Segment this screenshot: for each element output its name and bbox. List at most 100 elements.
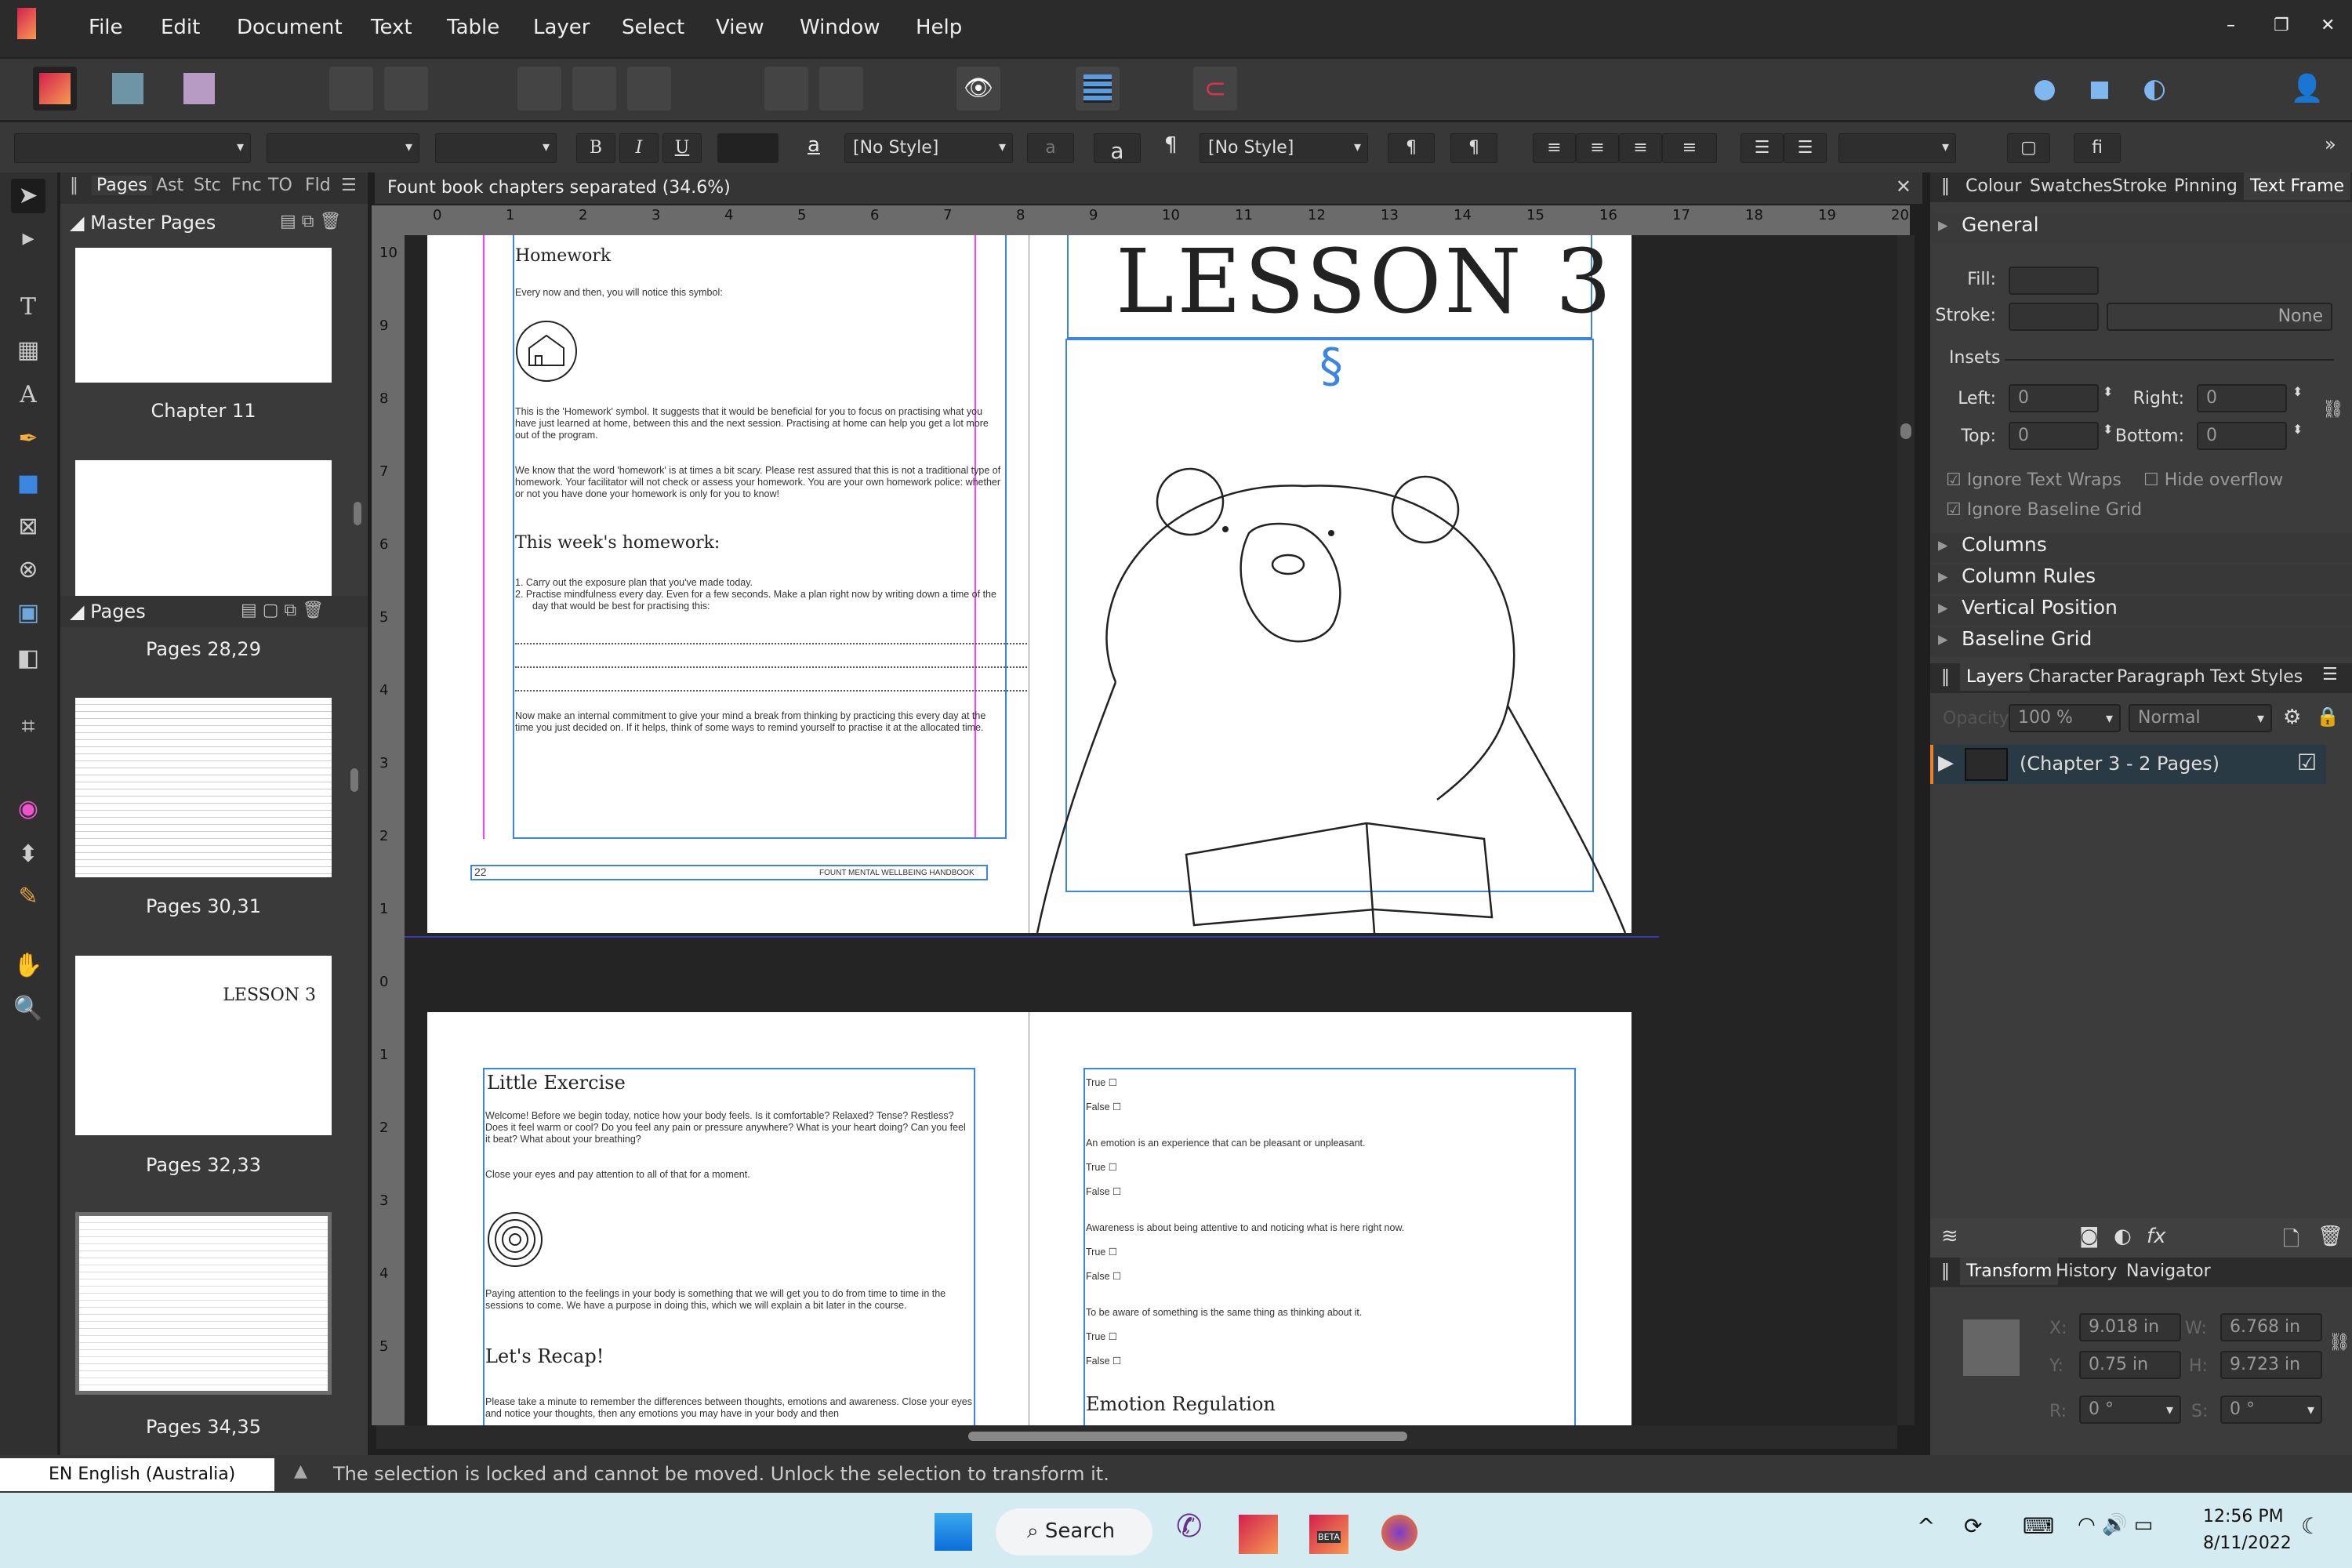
tab-swatches[interactable]: Swatches xyxy=(2030,176,2112,196)
arrange-icon[interactable]: ● xyxy=(2023,67,2067,111)
ignore-baseline-grid-checkbox[interactable]: ☑ Ignore Baseline Grid xyxy=(1946,500,2142,520)
vertical-ruler[interactable]: 10 9 8 7 6 5 4 3 2 1 0 1 2 3 4 5 xyxy=(372,205,405,1425)
menu-window[interactable]: Window xyxy=(800,16,880,39)
wifi-volume-battery-icons[interactable]: ◠ 🔊 ▭ xyxy=(2078,1513,2153,1537)
tab-assets[interactable]: Ast xyxy=(156,176,183,195)
layers-stack-icon[interactable]: ≋ xyxy=(1941,1225,1958,1248)
adjustment-icon[interactable]: ◐ xyxy=(2114,1225,2132,1248)
panel-menu-icon[interactable]: ☰ xyxy=(2322,665,2338,684)
crop-tool-icon[interactable]: ⌗ xyxy=(11,710,45,744)
designer-persona-button[interactable] xyxy=(106,67,150,111)
taskbar-search[interactable]: ⌕ Search xyxy=(996,1508,1152,1555)
page-22[interactable]: Homework Every now and then, you will no… xyxy=(427,235,1033,933)
bottom-inset-input[interactable]: 0 xyxy=(2197,422,2287,450)
windows-start-icon[interactable] xyxy=(935,1513,972,1551)
language-indicator[interactable]: EN English (Australia) xyxy=(0,1458,274,1491)
italic-button[interactable]: I xyxy=(619,133,659,163)
tab-stock[interactable]: Stc xyxy=(194,176,221,195)
char-style-options-button[interactable]: a xyxy=(1094,133,1141,164)
ellipse-frame-tool-icon[interactable]: ⊗ xyxy=(11,553,45,587)
overflow-chevron-icon[interactable]: » xyxy=(2325,133,2336,155)
master-pages-header[interactable]: ◢ Master Pages xyxy=(70,212,216,234)
tray-chevron-icon[interactable]: ^ xyxy=(1917,1513,1935,1539)
clock-date[interactable]: 8/11/2022 xyxy=(2203,1534,2292,1553)
notifications-icon[interactable]: ☾ xyxy=(2301,1513,2321,1539)
fill-swatch[interactable] xyxy=(2009,267,2099,295)
preflight-icon[interactable] xyxy=(329,67,373,111)
tab-character[interactable]: Character xyxy=(2028,667,2114,687)
lock-icon[interactable]: 🔒 xyxy=(2316,706,2339,728)
stroke-style-select[interactable]: None xyxy=(2107,303,2332,331)
hand-tool-icon[interactable]: ✋ xyxy=(11,949,45,983)
pin-icon[interactable] xyxy=(764,67,808,111)
y-input[interactable]: 0.75 in xyxy=(2079,1351,2181,1379)
page-thumbnail[interactable] xyxy=(75,698,332,877)
anchor-point-selector[interactable] xyxy=(1963,1319,2020,1376)
selected-text-frame[interactable] xyxy=(1083,1068,1576,1425)
colour-wheel-icon[interactable]: ◉ xyxy=(11,792,45,826)
menu-table[interactable]: Table xyxy=(447,16,499,39)
fill-tool-icon[interactable]: ◧ xyxy=(11,641,45,676)
canvas[interactable]: Homework Every now and then, you will no… xyxy=(405,235,1897,1425)
zoom-tool-icon[interactable]: 🔍 xyxy=(11,992,45,1026)
align-center-button[interactable]: ≡ xyxy=(1576,133,1619,163)
pages-header[interactable]: ◢ Pages xyxy=(70,601,146,622)
right-inset-input[interactable]: 0 xyxy=(2197,384,2287,412)
clear-para-style-button[interactable]: ¶ xyxy=(1388,133,1435,163)
panel-menu-icon[interactable]: ☰ xyxy=(341,176,357,195)
wrap-ellipse-icon[interactable] xyxy=(572,67,616,111)
maximize-button[interactable]: ❐ xyxy=(2274,16,2289,35)
bold-button[interactable]: B xyxy=(576,133,615,163)
tab-pages[interactable]: Pages xyxy=(92,176,152,195)
shear-select[interactable]: 0 ° xyxy=(2220,1396,2322,1424)
left-inset-input[interactable]: 0 xyxy=(2009,384,2099,412)
pen-tool-icon[interactable]: ✒ xyxy=(11,422,45,456)
justify-button[interactable]: ≡ xyxy=(1662,133,1717,163)
menu-layer[interactable]: Layer xyxy=(533,16,590,39)
rectangle-tool-icon[interactable]: ■ xyxy=(11,466,45,501)
firefox-icon[interactable] xyxy=(1381,1515,1417,1551)
character-style-select[interactable]: [No Style] xyxy=(844,133,1013,163)
underline-button[interactable]: U xyxy=(662,133,702,163)
ligature-button[interactable]: fi xyxy=(2074,133,2121,163)
tab-layers[interactable]: Layers xyxy=(1960,663,2030,691)
master-page-actions[interactable]: ▤ ⧉ 🗑 xyxy=(280,212,341,231)
colour-picker-icon[interactable]: ◐ xyxy=(2132,67,2176,111)
vertical-scrollbar[interactable] xyxy=(1897,235,1915,1425)
page-thumbnail[interactable]: LESSON 3 xyxy=(75,956,332,1135)
colour-picker-tool-icon[interactable]: ✎ xyxy=(11,880,45,914)
snapping-magnet-icon[interactable]: ⊂ xyxy=(1193,67,1237,111)
tab-fields[interactable]: Fld xyxy=(305,176,331,195)
menu-view[interactable]: View xyxy=(716,16,764,39)
tab-toc[interactable]: TO xyxy=(268,176,292,195)
master-page-thumbnail-2[interactable] xyxy=(75,460,332,596)
opacity-select[interactable]: 100 % xyxy=(2009,704,2121,732)
account-icon[interactable]: 👤 xyxy=(2285,67,2329,111)
resource-manager-icon[interactable] xyxy=(384,67,428,111)
fx-icon[interactable]: fx xyxy=(2147,1225,2166,1248)
page-25[interactable]: True ☐ False ☐ An emotion is an experien… xyxy=(1029,1012,1632,1425)
font-family-select[interactable] xyxy=(14,133,251,163)
bullets-button[interactable]: ☰ xyxy=(1740,133,1784,163)
paragraph-style-select[interactable]: [No Style] xyxy=(1200,133,1368,163)
h-input[interactable]: 9.723 in xyxy=(2220,1351,2322,1379)
hide-overflow-checkbox[interactable]: ☐ Hide overflow xyxy=(2143,470,2283,490)
baseline-grid-icon[interactable] xyxy=(1076,67,1120,111)
baseline-grid-section[interactable]: Baseline Grid xyxy=(1930,627,2352,657)
minimize-button[interactable]: – xyxy=(2227,16,2235,35)
align-right-button[interactable]: ≡ xyxy=(1619,133,1662,163)
page-23[interactable]: LESSON 3 § xyxy=(1029,235,1632,933)
panel-grip-icon[interactable]: ‖ xyxy=(1941,667,1950,687)
menu-help[interactable]: Help xyxy=(916,16,962,39)
menu-file[interactable]: File xyxy=(89,16,123,39)
tab-paragraph[interactable]: Paragraph xyxy=(2117,667,2205,687)
close-document-icon[interactable]: ✕ xyxy=(1896,176,1911,198)
x-input[interactable]: 9.018 in xyxy=(2079,1313,2181,1341)
unpin-icon[interactable] xyxy=(819,67,863,111)
tab-pinning[interactable]: Pinning xyxy=(2174,176,2238,196)
stroke-swatch[interactable] xyxy=(2009,303,2099,331)
node-tool-icon[interactable]: ▸ xyxy=(11,221,45,256)
table-tool-icon[interactable]: ▦ xyxy=(11,333,45,368)
tab-text-styles[interactable]: Text Styles xyxy=(2210,667,2303,687)
artistic-text-tool-icon[interactable]: A xyxy=(11,378,45,412)
